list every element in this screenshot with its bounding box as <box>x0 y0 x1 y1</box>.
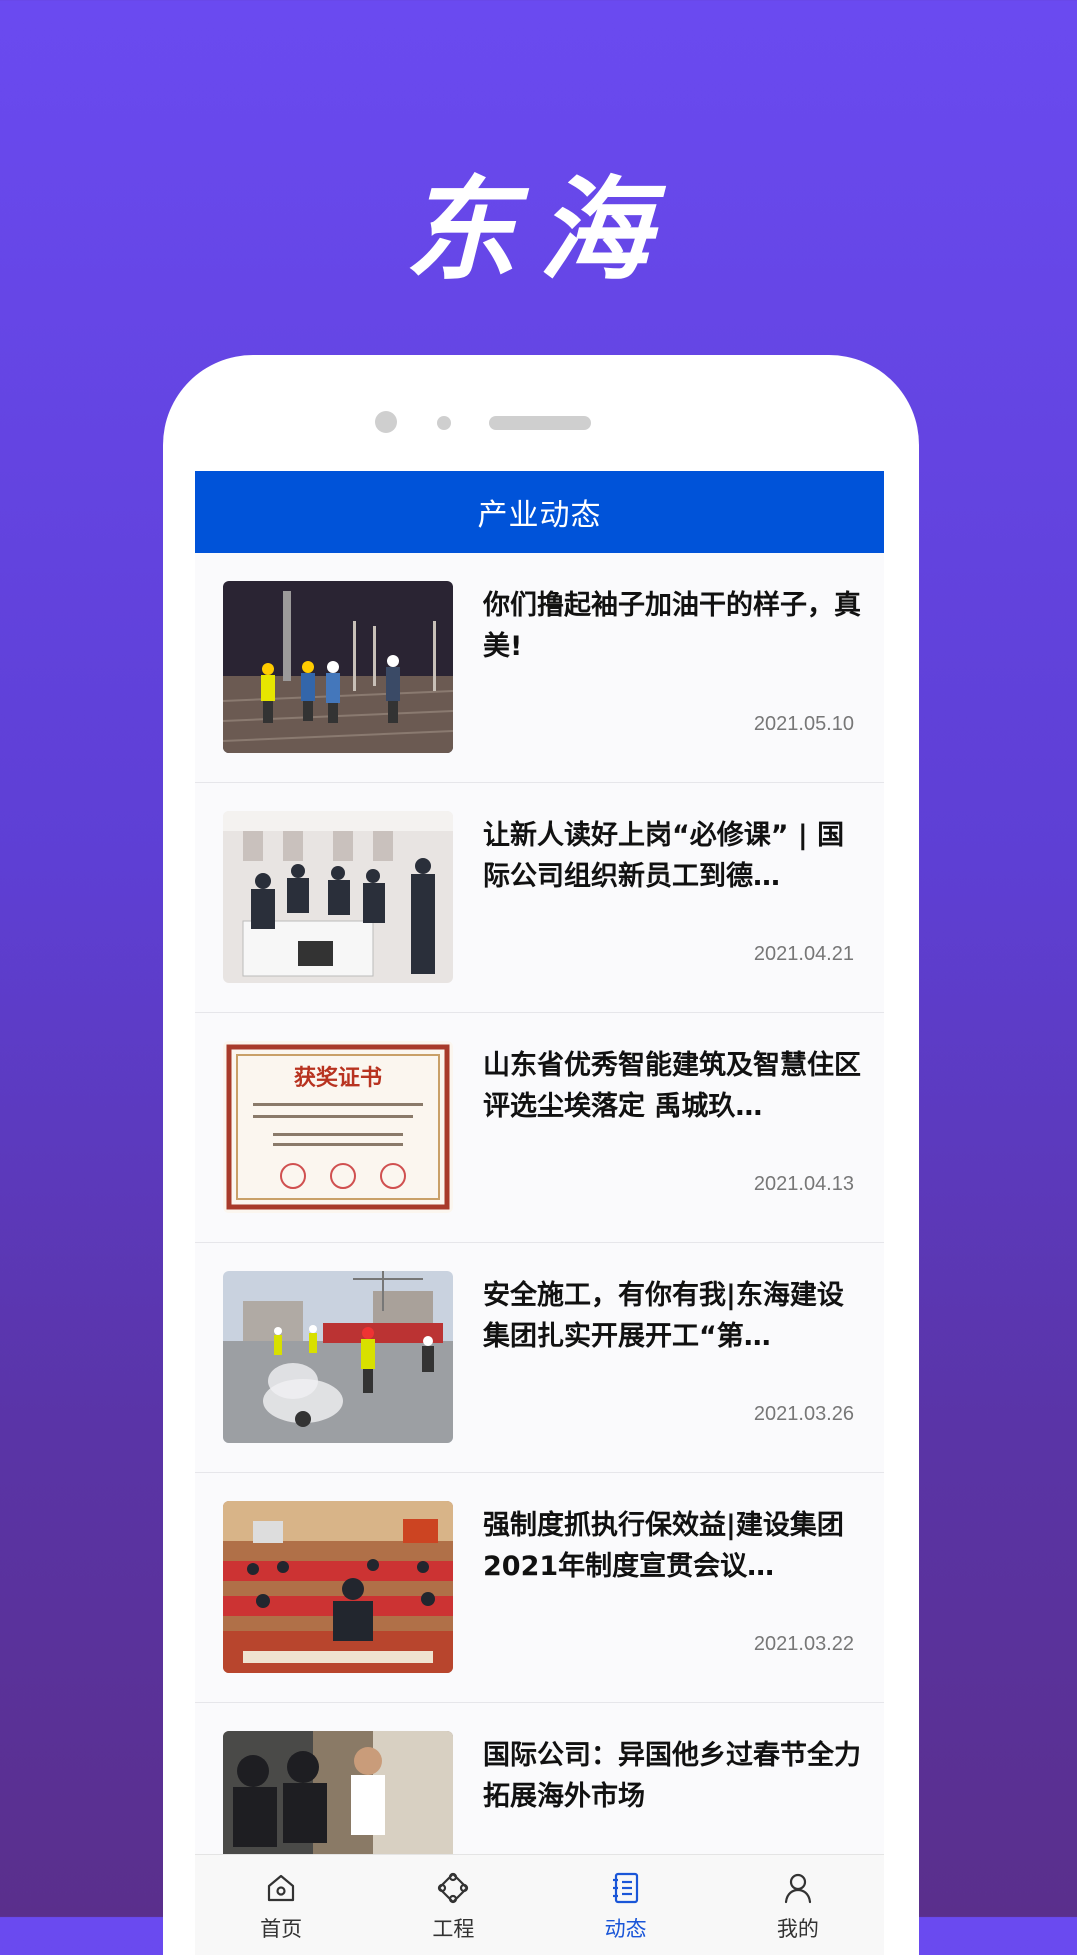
news-title: 让新人读好上岗“必修课” | 国际公司组织新员工到德… <box>483 820 845 892</box>
news-item[interactable]: 强制度抓执行保效益|建设集团2021年制度宣贯会议… 2021.03.22 <box>195 1473 884 1703</box>
news-thumbnail <box>223 1501 453 1673</box>
news-thumbnail <box>223 581 453 753</box>
news-date: 2021.03.22 <box>753 1633 854 1655</box>
certificate-heading: 获奖证书 <box>294 1065 382 1091</box>
speaker-grille <box>489 416 591 430</box>
news-title: 安全施工，有你有我|东海建设集团扎实开展开工“第… <box>483 1280 844 1352</box>
tab-label: 我的 <box>776 1917 819 1941</box>
tab-news[interactable]: 动态 <box>540 1855 712 1955</box>
promo-title: 东海 <box>404 166 673 296</box>
news-list: 你们撸起袖子加油干的样子，真美! 2021.05.10 让新人读好上岗“必修课”… <box>195 553 884 1933</box>
news-thumbnail: 获奖证书 <box>223 1041 453 1213</box>
bottom-tab-bar: 首页 工程 动态 我的 <box>195 1854 884 1955</box>
page-title: 产业动态 <box>477 498 602 533</box>
news-title: 强制度抓执行保效益|建设集团2021年制度宣贯会议… <box>483 1510 844 1582</box>
tab-label: 动态 <box>604 1917 647 1941</box>
news-date: 2021.05.10 <box>753 713 854 735</box>
news-title: 山东省优秀智能建筑及智慧住区评选尘埃落定 禹城玖… <box>483 1050 861 1122</box>
news-thumbnail <box>223 1271 453 1443</box>
app-screen: 产业动态 你们撸起袖子加油干的样子，真美! 2021.05.10 让新人读好上岗… <box>195 471 884 1955</box>
news-title: 你们撸起袖子加油干的样子，真美! <box>483 590 861 662</box>
camera-icon <box>375 411 397 433</box>
home-icon <box>268 1874 295 1902</box>
news-title: 国际公司：异国他乡过春节全力拓展海外市场 <box>483 1740 861 1812</box>
tab-label: 首页 <box>260 1917 303 1941</box>
app-header: 产业动态 <box>195 471 884 553</box>
sensor-icon <box>437 416 451 430</box>
tab-home[interactable]: 首页 <box>195 1855 367 1955</box>
tab-project[interactable]: 工程 <box>367 1855 539 1955</box>
project-icon <box>438 1872 469 1904</box>
phone-mockup: 产业动态 你们撸起袖子加油干的样子，真美! 2021.05.10 让新人读好上岗… <box>163 355 919 1955</box>
news-date: 2021.04.13 <box>753 1173 854 1195</box>
news-item[interactable]: 让新人读好上岗“必修课” | 国际公司组织新员工到德… 2021.04.21 <box>195 783 884 1013</box>
news-icon <box>612 1872 638 1904</box>
news-thumbnail <box>223 811 453 983</box>
news-date: 2021.03.26 <box>753 1403 854 1425</box>
news-item[interactable]: 安全施工，有你有我|东海建设集团扎实开展开工“第… 2021.03.26 <box>195 1243 884 1473</box>
news-item[interactable]: 获奖证书 山东省优秀智能建筑及智慧住区评选尘埃落定 禹城玖… 2021.04.1… <box>195 1013 884 1243</box>
news-item[interactable]: 你们撸起袖子加油干的样子，真美! 2021.05.10 <box>195 553 884 783</box>
phone-top-bezel <box>163 355 919 471</box>
profile-icon <box>784 1873 811 1904</box>
news-date: 2021.04.21 <box>753 943 854 965</box>
tab-label: 工程 <box>432 1917 475 1941</box>
tab-profile[interactable]: 我的 <box>712 1855 884 1955</box>
